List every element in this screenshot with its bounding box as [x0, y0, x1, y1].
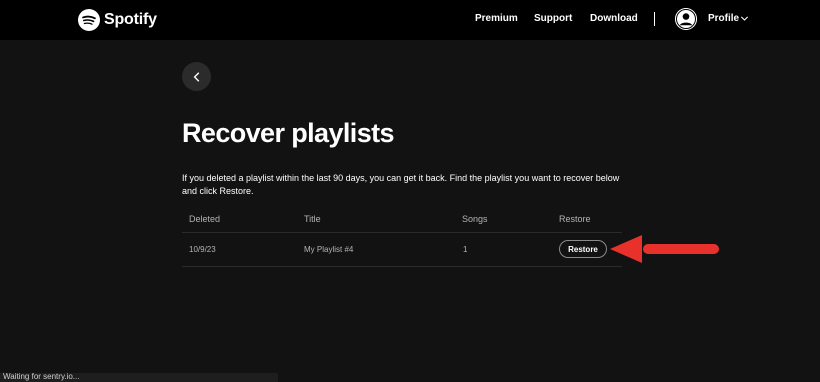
column-header-deleted: Deleted	[189, 214, 221, 224]
column-header-restore: Restore	[559, 214, 591, 224]
spotify-logo-icon	[78, 9, 100, 31]
table-header: Deleted Title Songs Restore	[182, 208, 622, 233]
brand-name: Spotify	[104, 11, 157, 28]
table-row: 10/9/23 My Playlist #4 1 Restore	[182, 233, 622, 267]
red-arrow-icon	[610, 235, 719, 263]
column-header-title: Title	[304, 214, 321, 224]
page-description: If you deleted a playlist within the las…	[182, 173, 620, 196]
browser-status-bar: Waiting for sentry.io...	[0, 372, 278, 382]
nav-support-link[interactable]: Support	[534, 13, 572, 24]
column-header-songs: Songs	[462, 214, 488, 224]
deleted-date-cell: 10/9/23	[189, 245, 216, 254]
chevron-left-icon	[193, 71, 199, 82]
playlist-title-cell: My Playlist #4	[304, 245, 354, 254]
user-avatar-icon[interactable]	[675, 8, 697, 30]
nav-premium-link[interactable]: Premium	[475, 13, 518, 24]
song-count-cell: 1	[463, 245, 468, 254]
deleted-playlists-table: Deleted Title Songs Restore 10/9/23 My P…	[182, 208, 622, 267]
nav-download-link[interactable]: Download	[590, 13, 638, 24]
page-title: Recover playlists	[182, 118, 395, 148]
spotify-home-link[interactable]: Spotify	[78, 9, 157, 31]
top-navigation-bar: Spotify Premium Support Download Profile	[0, 0, 820, 40]
chevron-down-icon[interactable]	[740, 14, 749, 23]
profile-menu-label[interactable]: Profile	[708, 13, 739, 24]
back-button[interactable]	[182, 62, 211, 91]
restore-button[interactable]: Restore	[559, 240, 607, 258]
nav-divider	[654, 12, 655, 26]
status-text: Waiting for sentry.io...	[3, 372, 80, 381]
